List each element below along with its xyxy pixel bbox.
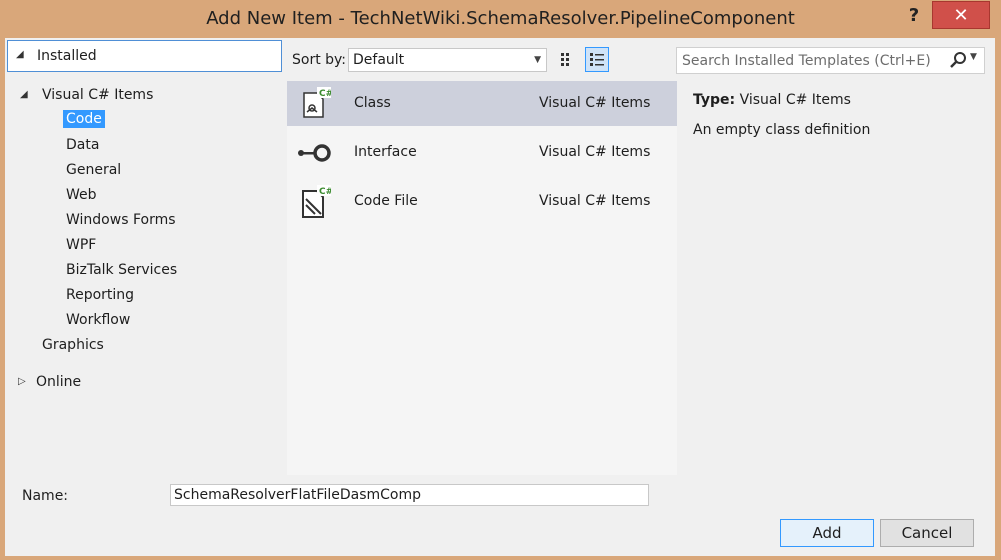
grid-view-icon [561,53,569,66]
search-input[interactable]: Search Installed Templates (Ctrl+E) [676,47,985,74]
help-button[interactable]: ? [900,4,928,28]
sort-by-value: Default [353,52,405,68]
template-item-code-file[interactable]: C# Code File Visual C# Items [287,179,677,224]
tree-node-web[interactable]: Web [66,187,97,203]
sort-by-label: Sort by: [292,52,347,68]
close-button[interactable]: ✕ [932,1,990,29]
template-item-interface[interactable]: Interface Visual C# Items [287,130,677,175]
svg-text:C#: C# [319,89,331,99]
template-list: C# Class Visual C# Items Interface Visua… [287,81,677,475]
expanded-triangle-icon[interactable]: ◢ [16,49,24,60]
template-description: An empty class definition [693,122,871,138]
tree-node-biztalk-services[interactable]: BizTalk Services [66,262,177,278]
small-icons-view-button[interactable] [555,47,579,72]
template-type-line: Type: Visual C# Items [693,92,851,108]
svg-text:C#: C# [319,187,331,197]
dialog-body: ◢ Installed ◢ Visual C# Items Code Data … [5,38,995,556]
template-category: Visual C# Items [539,193,651,209]
template-name: Interface [354,144,417,160]
tree-node-label: Installed [37,48,97,64]
cancel-button[interactable]: Cancel [880,519,974,547]
tree-node-graphics[interactable]: Graphics [42,337,104,353]
list-view-icon [590,53,604,66]
type-value: Visual C# Items [739,92,851,108]
name-field[interactable] [170,484,649,506]
tree-node-reporting[interactable]: Reporting [66,287,134,303]
collapsed-triangle-icon[interactable]: ▷ [18,376,26,387]
sort-by-dropdown[interactable]: Default ▼ [348,48,547,72]
name-label: Name: [22,488,69,504]
search-placeholder: Search Installed Templates (Ctrl+E) [682,53,931,69]
list-view-button[interactable] [585,47,609,72]
tree-node-workflow[interactable]: Workflow [66,312,130,328]
tree-node-general[interactable]: General [66,162,121,178]
add-new-item-dialog: Add New Item - TechNetWiki.SchemaResolve… [0,0,1001,560]
tree-node-wpf[interactable]: WPF [66,237,96,253]
title-bar: Add New Item - TechNetWiki.SchemaResolve… [0,0,1001,38]
template-category: Visual C# Items [539,144,651,160]
tree-node-visual-csharp-items[interactable]: Visual C# Items [42,87,153,103]
tree-node-windows-forms[interactable]: Windows Forms [66,212,176,228]
dropdown-arrow-icon: ▼ [534,55,541,65]
template-item-class[interactable]: C# Class Visual C# Items [287,81,677,126]
csharp-class-icon: C# [303,87,331,118]
search-options-dropdown-icon[interactable]: ▼ [970,52,977,62]
template-category: Visual C# Items [539,95,651,111]
csharp-code-file-icon: C# [302,185,331,218]
category-tree: ◢ Installed ◢ Visual C# Items Code Data … [5,38,282,478]
interface-icon [298,144,331,162]
template-name: Class [354,95,391,111]
search-icon[interactable] [948,50,968,70]
tree-node-code[interactable]: Code [63,110,105,128]
tree-node-online[interactable]: Online [36,374,81,390]
dialog-title: Add New Item - TechNetWiki.SchemaResolve… [206,8,795,29]
expanded-triangle-icon[interactable]: ◢ [20,89,28,100]
tree-node-installed[interactable]: ◢ Installed [7,40,282,72]
type-label: Type: [693,92,736,108]
template-name: Code File [354,193,418,209]
tree-node-data[interactable]: Data [66,137,99,153]
add-button[interactable]: Add [780,519,874,547]
